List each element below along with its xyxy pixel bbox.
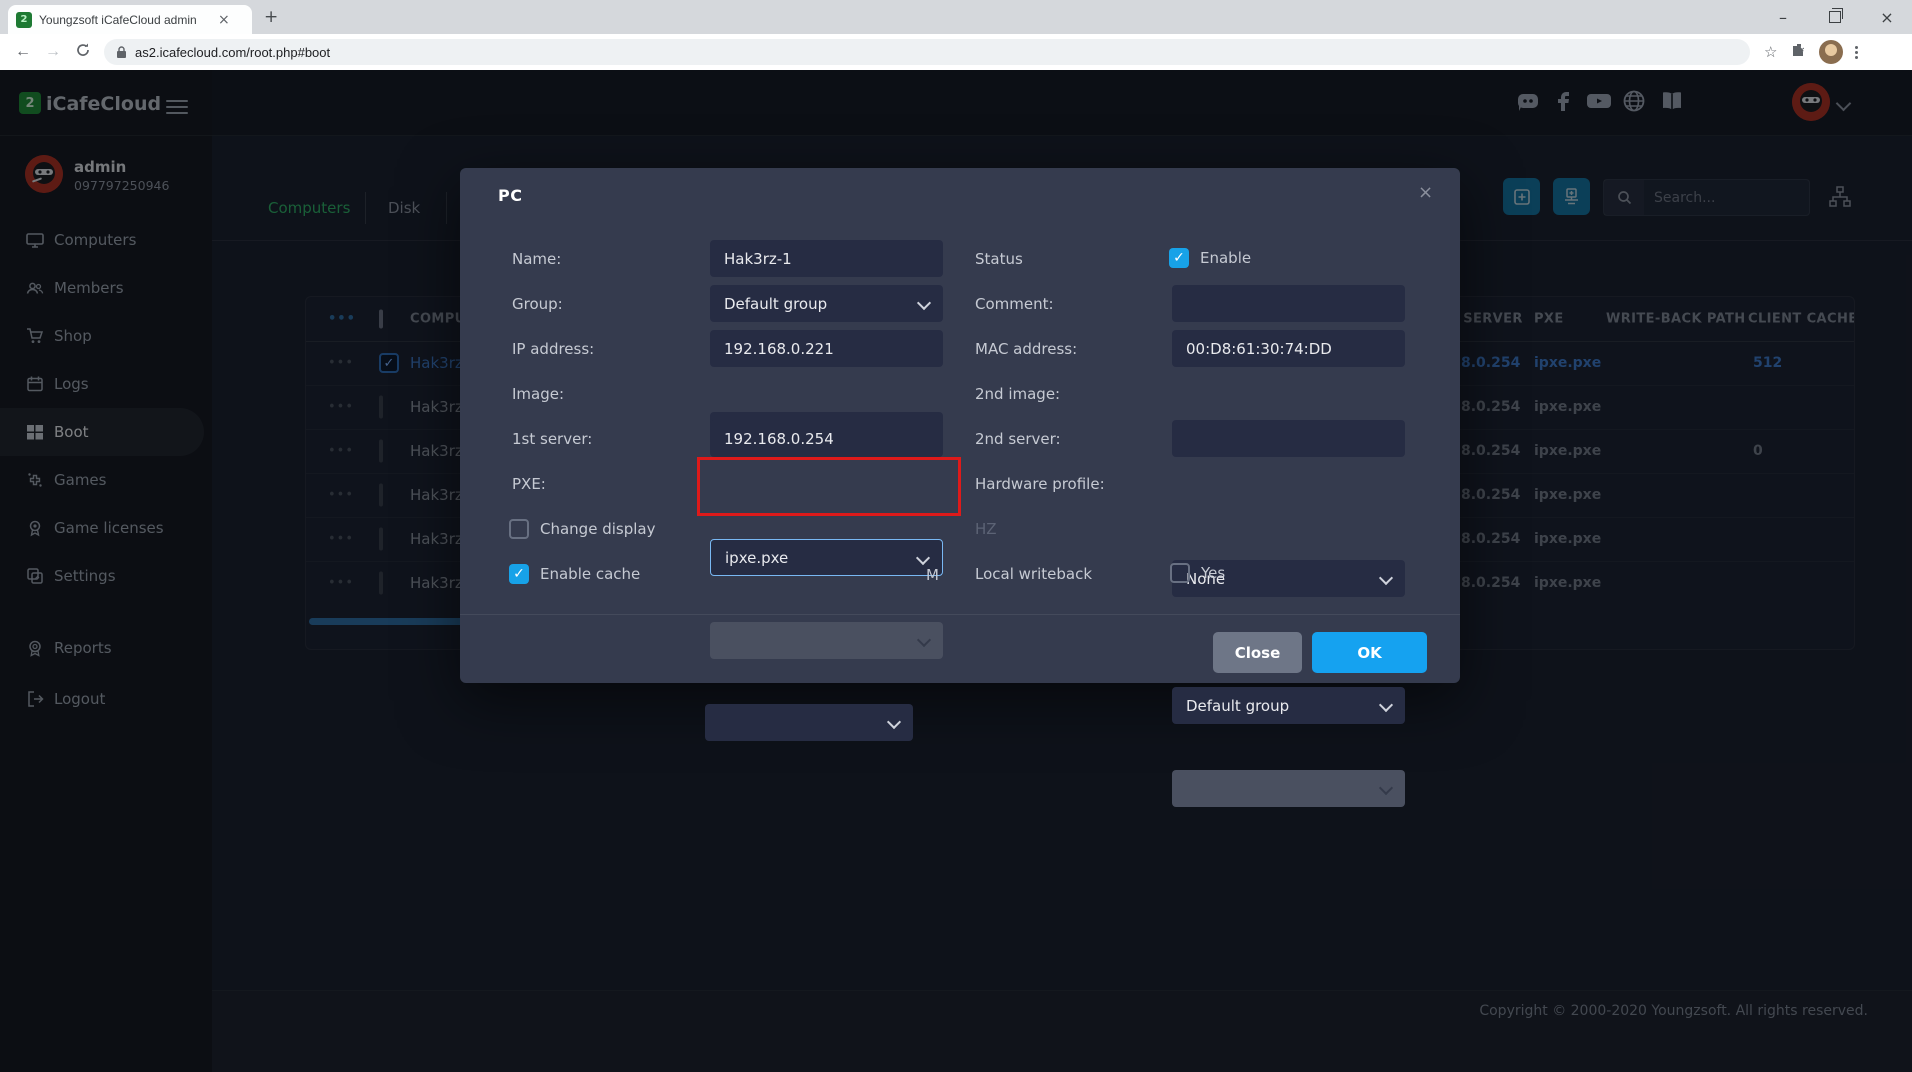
ok-button[interactable]: OK [1312, 632, 1427, 673]
browser-toolbar: ← → as2.icafecloud.com/root.php#boot ☆ [0, 34, 1912, 70]
pxe-select[interactable]: ipxe.pxe [710, 539, 943, 576]
status-enable-label: Enable [1200, 249, 1251, 267]
checkbox-checked [509, 564, 529, 584]
hz-select-disabled [1172, 770, 1405, 807]
dialog-title: PC [498, 186, 522, 205]
second-server-label: 2nd server: [975, 430, 1061, 448]
comment-input[interactable] [1172, 285, 1405, 322]
ip-address-input[interactable]: 192.168.0.221 [710, 330, 943, 367]
enable-cache-checkbox[interactable]: Enable cache [509, 564, 640, 584]
mac-address-label: MAC address: [975, 340, 1077, 358]
status-enable-checkbox[interactable]: Enable [1169, 248, 1251, 268]
reload-icon [75, 42, 91, 58]
forward-button[interactable]: → [38, 43, 68, 61]
comment-label: Comment: [975, 295, 1054, 313]
local-writeback-label: Local writeback [975, 565, 1092, 583]
back-button[interactable]: ← [8, 43, 38, 61]
change-display-checkbox[interactable]: Change display [509, 519, 655, 539]
display-select-disabled [710, 622, 943, 659]
dialog-footer-divider [460, 614, 1460, 615]
pxe-label: PXE: [512, 475, 546, 493]
browser-profile-avatar[interactable] [1819, 40, 1843, 64]
address-bar[interactable]: as2.icafecloud.com/root.php#boot [104, 39, 1750, 65]
browser-tab-title: Youngzsoft iCafeCloud admin [39, 13, 214, 27]
window-minimize-button[interactable]: – [1760, 0, 1806, 34]
extensions-puzzle-icon[interactable] [1791, 42, 1807, 62]
mac-address-input[interactable]: 00:D8:61:30:74:DD [1172, 330, 1405, 367]
bookmark-star-icon[interactable]: ☆ [1764, 43, 1777, 61]
reload-button[interactable] [68, 42, 98, 63]
hardware-profile-select[interactable]: Default group [1172, 687, 1405, 724]
https-lock-icon [116, 46, 127, 59]
local-writeback-checkbox[interactable]: Yes [1170, 563, 1225, 583]
checkbox-unchecked [1170, 563, 1190, 583]
dialog-close-icon[interactable]: × [1418, 182, 1433, 203]
name-label: Name: [512, 250, 561, 268]
page: 2 Youngzsoft iCafeCloud admin × + – × ← … [0, 0, 1912, 1072]
status-label: Status [975, 250, 1023, 268]
tab-close-icon[interactable]: × [218, 12, 230, 28]
ip-address-label: IP address: [512, 340, 594, 358]
close-button[interactable]: Close [1213, 632, 1302, 673]
window-close-button[interactable]: × [1864, 0, 1910, 34]
window-restore-button[interactable] [1812, 0, 1858, 34]
second-image-label: 2nd image: [975, 385, 1060, 403]
red-annotation-box [697, 457, 961, 516]
new-tab-button[interactable]: + [264, 9, 278, 26]
image-label: Image: [512, 385, 564, 403]
cache-unit-label: M [926, 566, 939, 584]
first-server-label: 1st server: [512, 430, 592, 448]
pc-dialog: PC × Name: Hak3rz-1 Group: Default group… [460, 168, 1460, 683]
restore-icon [1829, 11, 1841, 23]
hardware-profile-label: Hardware profile: [975, 475, 1105, 493]
group-select[interactable]: Default group [710, 285, 943, 322]
change-display-label: Change display [540, 520, 655, 538]
browser-tab[interactable]: 2 Youngzsoft iCafeCloud admin × [8, 5, 252, 34]
local-writeback-yes-label: Yes [1201, 564, 1225, 582]
url-text: as2.icafecloud.com/root.php#boot [135, 45, 330, 60]
second-server-input[interactable] [1172, 420, 1405, 457]
site-favicon-icon: 2 [16, 12, 32, 28]
checkbox-checked [1169, 248, 1189, 268]
name-input[interactable]: Hak3rz-1 [710, 240, 943, 277]
first-server-input[interactable]: 192.168.0.254 [710, 420, 943, 457]
group-label: Group: [512, 295, 563, 313]
browser-menu-icon[interactable] [1855, 44, 1859, 61]
checkbox-unchecked [509, 519, 529, 539]
cache-size-select[interactable] [705, 704, 913, 741]
hz-label: HZ [975, 520, 997, 538]
enable-cache-label: Enable cache [540, 565, 640, 583]
browser-tab-strip: 2 Youngzsoft iCafeCloud admin × + – × [0, 0, 1912, 34]
